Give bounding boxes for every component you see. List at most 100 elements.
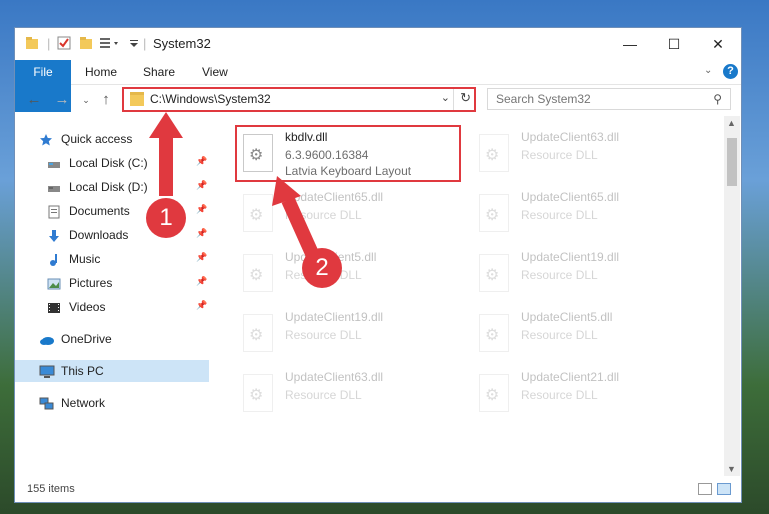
chevron-down-icon[interactable]: ⌄ bbox=[441, 91, 450, 104]
file-description: Resource DLL bbox=[521, 388, 598, 402]
tab-home[interactable]: Home bbox=[85, 60, 117, 84]
documents-icon bbox=[47, 204, 61, 219]
drive-icon bbox=[47, 180, 61, 194]
sidebar-item-network[interactable]: Network bbox=[39, 392, 209, 414]
tab-share[interactable]: Share bbox=[143, 60, 175, 84]
file-name: UpdateClient65.dll bbox=[285, 190, 384, 204]
file-description: Resource DLL bbox=[285, 388, 362, 402]
sidebar-item-label: Downloads bbox=[69, 228, 129, 242]
up-arrow-icon[interactable]: ↑ bbox=[97, 90, 115, 110]
maximize-button[interactable]: ☐ bbox=[651, 32, 697, 56]
dll-file-icon: ⚙ bbox=[243, 194, 273, 232]
customize-toolbar-icon[interactable] bbox=[99, 36, 123, 53]
dll-file-icon: ⚙ bbox=[243, 254, 273, 292]
folder-icon bbox=[130, 92, 144, 106]
ribbon-tabs: File Home Share View ⌄ ? bbox=[15, 60, 741, 112]
sidebar-item-label: Music bbox=[69, 252, 101, 266]
dll-file-icon: ⚙ bbox=[479, 254, 509, 292]
pin-icon[interactable]: 📌 bbox=[196, 276, 207, 287]
file-name: UpdateClient21.dll bbox=[521, 370, 620, 384]
back-arrow-icon[interactable]: ← bbox=[25, 90, 43, 110]
forward-arrow-icon[interactable]: → bbox=[53, 90, 71, 110]
file-item[interactable]: ⚙ UpdateClient65.dll Resource DLL bbox=[239, 188, 469, 240]
dll-file-icon: ⚙ bbox=[479, 374, 509, 412]
pin-icon[interactable]: 📌 bbox=[196, 156, 207, 167]
pin-icon[interactable]: 📌 bbox=[196, 180, 207, 191]
help-icon[interactable]: ? bbox=[723, 64, 738, 79]
videos-icon bbox=[47, 300, 61, 314]
search-icon[interactable]: ⚲ bbox=[713, 92, 722, 106]
vertical-scrollbar[interactable]: ▲ ▼ bbox=[724, 116, 740, 476]
file-item[interactable]: ⚙ UpdateClient19.dll Resource DLL bbox=[475, 248, 705, 300]
scroll-down-icon[interactable]: ▼ bbox=[727, 464, 736, 474]
sidebar-item-label: Local Disk (D:) bbox=[69, 180, 148, 194]
tiles-view-icon[interactable] bbox=[717, 483, 731, 495]
chevron-down-icon[interactable] bbox=[129, 36, 139, 53]
drive-icon bbox=[47, 156, 61, 170]
scroll-thumb[interactable] bbox=[727, 138, 737, 186]
file-description: Resource DLL bbox=[521, 148, 598, 162]
downloads-icon bbox=[47, 228, 61, 242]
pin-icon[interactable]: 📌 bbox=[196, 300, 207, 311]
file-description: Resource DLL bbox=[521, 328, 598, 342]
chevron-down-icon[interactable]: ⌄ bbox=[704, 65, 712, 76]
minimize-button[interactable]: — bbox=[607, 32, 653, 56]
pin-icon[interactable]: 📌 bbox=[196, 228, 207, 239]
file-item[interactable]: ⚙ UpdateClient63.dll Resource DLL bbox=[475, 128, 705, 180]
sidebar-item-label: OneDrive bbox=[61, 332, 112, 346]
search-input[interactable] bbox=[496, 92, 696, 106]
pictures-icon bbox=[47, 276, 61, 290]
address-bar[interactable]: C:\Windows\System32 ⌄ ↻ bbox=[122, 87, 476, 112]
file-item[interactable]: ⚙ UpdateClient19.dll Resource DLL bbox=[239, 308, 469, 360]
properties-icon[interactable] bbox=[57, 36, 71, 53]
sidebar-item-quick-access[interactable]: Quick access bbox=[39, 128, 209, 150]
sidebar-item-label: This PC bbox=[61, 364, 104, 378]
dll-file-icon: ⚙ bbox=[479, 194, 509, 232]
separator-icon: | bbox=[143, 36, 147, 51]
recent-locations-icon[interactable]: ⌄ bbox=[77, 90, 95, 110]
sidebar-item-local-disk-c[interactable]: Local Disk (C:) bbox=[47, 152, 197, 174]
refresh-icon[interactable]: ↻ bbox=[460, 90, 471, 106]
file-name: UpdateClient5.dll bbox=[521, 310, 613, 324]
file-item[interactable]: ⚙ UpdateClient65.dll Resource DLL bbox=[475, 188, 705, 240]
address-path[interactable]: C:\Windows\System32 bbox=[150, 92, 271, 106]
navigation-bar: ← → ⌄ ↑ C:\Windows\System32 ⌄ ↻ ⚲ bbox=[15, 85, 741, 115]
details-view-icon[interactable] bbox=[698, 483, 712, 495]
pin-icon[interactable]: 📌 bbox=[196, 204, 207, 215]
address-divider bbox=[453, 89, 454, 110]
sidebar-item-onedrive[interactable]: OneDrive bbox=[39, 328, 209, 350]
separator-icon: | bbox=[47, 36, 51, 51]
sidebar-item-local-disk-d[interactable]: Local Disk (D:) bbox=[47, 176, 197, 198]
sidebar-item-pictures[interactable]: Pictures bbox=[47, 272, 197, 294]
sidebar-item-this-pc[interactable]: This PC bbox=[15, 360, 209, 382]
cloud-icon bbox=[39, 332, 54, 346]
file-item[interactable]: ⚙ UpdateClient5.dll Resource DLL bbox=[475, 308, 705, 360]
file-item[interactable]: ⚙ UpdateClient63.dll Resource DLL bbox=[239, 368, 469, 420]
title-bar: | | System32 — ☐ ✕ bbox=[15, 28, 741, 60]
scroll-up-icon[interactable]: ▲ bbox=[727, 118, 736, 128]
status-bar: 155 items bbox=[15, 478, 741, 502]
sidebar-item-label: Videos bbox=[69, 300, 106, 314]
dll-file-icon: ⚙ bbox=[243, 374, 273, 412]
sidebar-item-label: Local Disk (C:) bbox=[69, 156, 148, 170]
search-box[interactable]: ⚲ bbox=[487, 88, 731, 110]
sidebar-item-videos[interactable]: Videos bbox=[47, 296, 197, 318]
close-button[interactable]: ✕ bbox=[695, 32, 741, 56]
music-icon bbox=[47, 252, 61, 266]
pin-icon[interactable]: 📌 bbox=[196, 252, 207, 263]
sidebar-item-music[interactable]: Music bbox=[47, 248, 197, 270]
tab-view[interactable]: View bbox=[202, 60, 228, 84]
sidebar-item-label: Pictures bbox=[69, 276, 113, 290]
file-item[interactable]: ⚙ UpdateClient5.dll Resource DLL bbox=[239, 248, 469, 300]
folder-icon bbox=[25, 36, 39, 53]
file-item[interactable]: ⚙ UpdateClient21.dll Resource DLL bbox=[475, 368, 705, 420]
file-description: Resource DLL bbox=[285, 328, 362, 342]
sidebar-item-label: Quick access bbox=[61, 132, 133, 146]
step-1-callout: 1 bbox=[146, 198, 186, 238]
dll-file-icon: ⚙ bbox=[479, 134, 509, 172]
new-folder-icon[interactable] bbox=[79, 36, 93, 53]
file-explorer-window: | | System32 — ☐ ✕ File Home Share View … bbox=[14, 27, 742, 503]
file-name: UpdateClient65.dll bbox=[521, 190, 620, 204]
dll-file-icon: ⚙ bbox=[243, 314, 273, 352]
file-name: UpdateClient19.dll bbox=[285, 310, 384, 324]
